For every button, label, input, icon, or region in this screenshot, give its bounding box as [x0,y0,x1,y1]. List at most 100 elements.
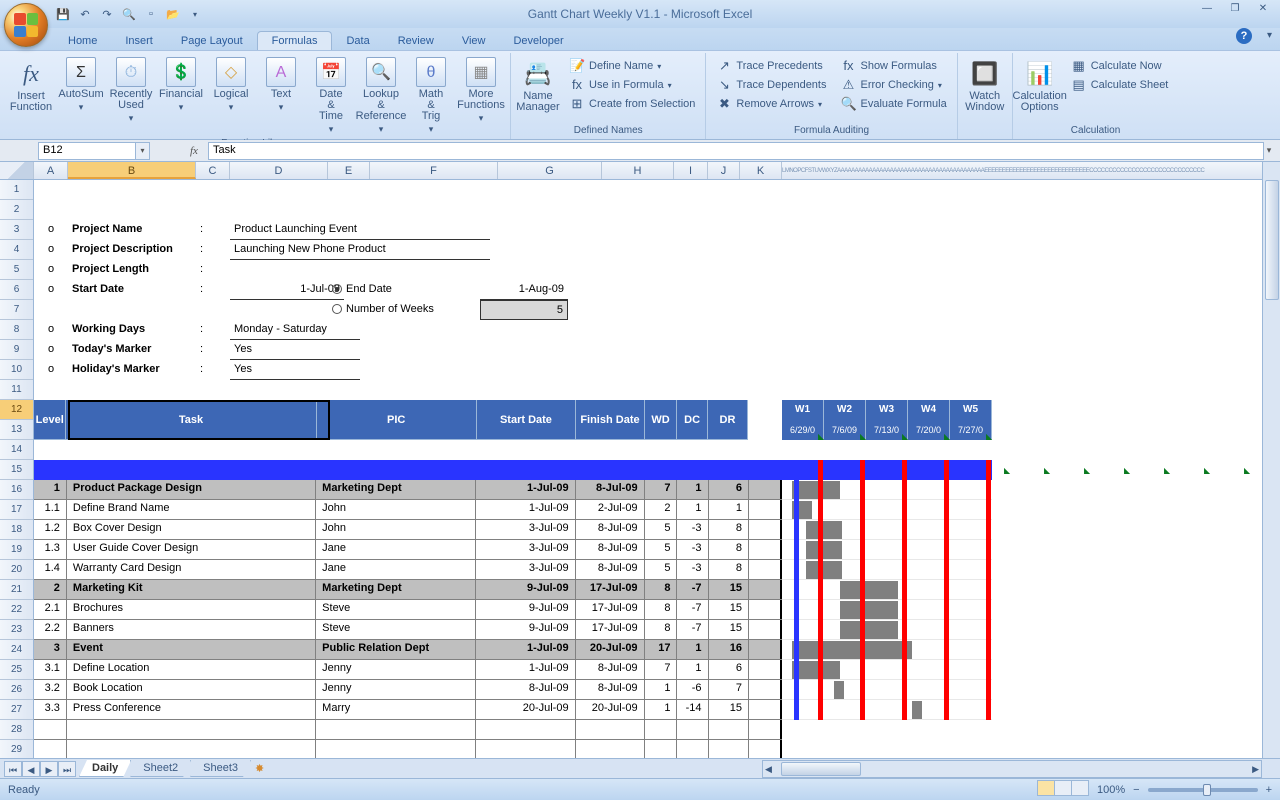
table-header[interactable]: Level [34,400,66,440]
cell[interactable]: 3-Jul-09 [476,540,575,559]
cell[interactable]: -6 [677,680,708,699]
cell[interactable]: 1.3 [34,540,67,559]
cell[interactable]: 6 [709,480,750,499]
cell[interactable]: 17-Jul-09 [576,620,645,639]
row-header[interactable]: 11 [0,380,33,400]
cell[interactable]: Jane [316,540,476,559]
autosum-button[interactable]: ΣAutoSum▾ [56,55,106,137]
column-header[interactable]: F [370,162,498,179]
cell[interactable]: 8 [645,580,678,599]
table-row[interactable]: 3.2Book LocationJenny8-Jul-098-Jul-091-6… [34,680,782,700]
table-header[interactable]: DR [708,400,748,440]
math-trig-button[interactable]: θMath & Trig▾ [406,55,456,137]
cell[interactable]: 7 [645,660,678,679]
cell[interactable]: Jenny [316,660,476,679]
table-header[interactable]: Task [66,400,316,440]
cell[interactable]: -7 [677,600,708,619]
cell[interactable]: 20-Jul-09 [576,700,645,719]
cell[interactable]: Public Relation Dept [316,640,476,659]
cell[interactable]: 17-Jul-09 [576,580,645,599]
text-button[interactable]: AText▾ [256,55,306,137]
new-sheet-icon[interactable]: ✸ [255,762,264,775]
cell[interactable]: 1 [645,700,678,719]
cell[interactable]: Box Cover Design [67,520,316,539]
sheet-tab-sheet2[interactable]: Sheet2 [130,760,191,777]
cell[interactable]: Steve [316,620,476,639]
new-icon[interactable]: ▫ [142,5,160,23]
row-header[interactable]: 5 [0,260,33,280]
error-checking-button[interactable]: ⚠Error Checking ▾ [838,76,948,94]
cell[interactable]: Steve [316,600,476,619]
cell[interactable]: 16 [709,640,750,659]
cell[interactable]: 1-Jul-09 [476,660,575,679]
cell[interactable]: 1.1 [34,500,67,519]
restore-button[interactable]: ❐ [1224,4,1246,16]
cell[interactable]: 3 [34,640,67,659]
cell[interactable]: 8-Jul-09 [576,680,645,699]
cell[interactable]: Monday - Saturday [230,320,360,340]
cell[interactable]: o [34,220,68,240]
print-preview-icon[interactable]: 🔍 [120,5,138,23]
table-row[interactable]: 2.2BannersSteve9-Jul-0917-Jul-098-715 [34,620,782,640]
recently-used-button[interactable]: ⏱Recently Used▾ [106,55,156,137]
cell[interactable]: 1-Jul-09 [476,500,575,519]
row-header[interactable]: 2 [0,200,33,220]
cell[interactable]: 15 [709,580,750,599]
cell[interactable]: 2.2 [34,620,67,639]
cell[interactable]: 1-Jul-09 [230,280,344,300]
cell[interactable]: 8-Jul-09 [576,560,645,579]
cell[interactable]: Yes [230,340,360,360]
cell[interactable]: 20-Jul-09 [576,640,645,659]
cell[interactable]: Yes [230,360,360,380]
trace-dependents-button[interactable]: ↘Trace Dependents [714,76,828,94]
cell[interactable]: 8 [709,560,750,579]
cell[interactable]: 9-Jul-09 [476,600,575,619]
cell[interactable]: : [196,220,230,240]
cell[interactable]: 3-Jul-09 [476,560,575,579]
cell[interactable]: Product Launching Event [230,220,490,240]
sheet-tab-daily[interactable]: Daily [79,760,131,777]
ribbon-minimize-icon[interactable]: ▾ [1267,30,1272,41]
undo-icon[interactable]: ↶ [76,5,94,23]
cell[interactable]: 2 [645,500,678,519]
table-header[interactable]: WD [645,400,677,440]
horizontal-scrollbar[interactable]: ◀ ▶ [762,760,1262,778]
cell[interactable]: Launching New Phone Product [230,240,490,260]
cell[interactable]: -14 [677,700,708,719]
column-header[interactable]: B [68,162,196,179]
cell[interactable]: Jane [316,560,476,579]
cell[interactable]: Define Location [67,660,316,679]
date-time-button[interactable]: 📅Date & Time▾ [306,55,356,137]
table-row[interactable]: 1Product Package DesignMarketing Dept1-J… [34,480,782,500]
cell[interactable]: 7 [645,480,678,499]
trace-precedents-button[interactable]: ↗Trace Precedents [714,57,828,75]
row-header[interactable]: 19 [0,540,33,560]
table-row[interactable]: 3EventPublic Relation Dept1-Jul-0920-Jul… [34,640,782,660]
redo-icon[interactable]: ↷ [98,5,116,23]
row-header[interactable]: 25 [0,660,33,680]
table-row[interactable] [34,720,782,740]
cell[interactable]: 5 [645,560,678,579]
tab-next-icon[interactable]: ▶ [40,761,58,777]
cell[interactable]: Product Package Design [67,480,316,499]
cell[interactable]: Marry [316,700,476,719]
cell[interactable]: -3 [677,560,708,579]
row-header[interactable]: 22 [0,600,33,620]
zoom-out-icon[interactable]: − [1133,784,1139,796]
cell[interactable]: 1 [677,480,708,499]
table-row[interactable]: 3.3Press ConferenceMarry20-Jul-0920-Jul-… [34,700,782,720]
sheet-tab-sheet3[interactable]: Sheet3 [190,760,251,777]
cell[interactable]: Book Location [67,680,316,699]
cell[interactable]: 5 [645,540,678,559]
cell[interactable]: John [316,500,476,519]
column-header[interactable]: H [602,162,674,179]
cell[interactable]: Banners [67,620,316,639]
insert-function-button[interactable]: fx Insert Function [8,55,54,115]
cell[interactable]: 1-Jul-09 [476,480,575,499]
cell[interactable]: Marketing Kit [67,580,316,599]
cell[interactable]: 8 [645,620,678,639]
cell[interactable]: 3-Jul-09 [476,520,575,539]
lookup-reference-button[interactable]: 🔍Lookup & Reference▾ [356,55,406,137]
row-header[interactable]: 29 [0,740,33,758]
cell[interactable]: Brochures [67,600,316,619]
